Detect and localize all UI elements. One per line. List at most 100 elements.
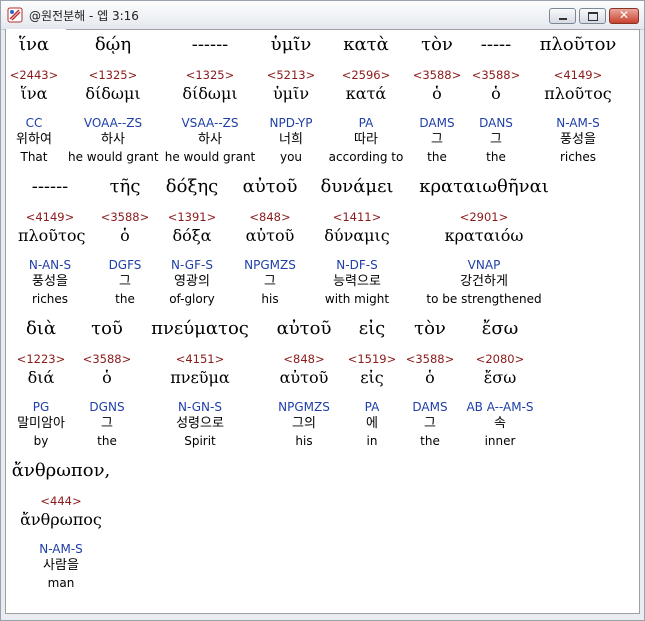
english-gloss: with might bbox=[324, 292, 390, 306]
lemma: δίδωμι bbox=[85, 84, 141, 103]
strong-number: <4149> bbox=[25, 210, 75, 224]
parsing-code: NPGMZS bbox=[244, 258, 296, 272]
english-gloss: That bbox=[20, 150, 48, 164]
korean-gloss: 강건하게 bbox=[460, 274, 508, 289]
minimize-button[interactable] bbox=[549, 8, 576, 24]
english-gloss: man bbox=[47, 576, 75, 590]
korean-gloss: 그 bbox=[264, 274, 276, 289]
greek-word: τοῦ bbox=[91, 318, 123, 339]
parsing-code: CC bbox=[25, 116, 43, 130]
lemma: διά bbox=[27, 368, 55, 387]
greek-word: ὑμῖν bbox=[270, 34, 312, 55]
english-gloss: Spirit bbox=[184, 434, 216, 448]
parsing-code: N-GN-S bbox=[178, 400, 222, 414]
lemma: ἄνθρωπος bbox=[20, 510, 102, 529]
greek-word: πνεύματος bbox=[151, 318, 249, 339]
korean-gloss: 그 bbox=[119, 274, 131, 289]
strong-number: <5213> bbox=[266, 68, 316, 82]
greek-word: αὐτοῦ bbox=[276, 318, 332, 339]
korean-gloss: 따라 bbox=[354, 132, 378, 147]
strong-number: <1325> bbox=[88, 68, 138, 82]
greek-word: κατὰ bbox=[343, 34, 389, 55]
korean-gloss: 에 bbox=[366, 416, 378, 431]
parsing-code: N-AM-S bbox=[39, 542, 83, 556]
korean-gloss: 능력으로 bbox=[333, 274, 381, 289]
parsing-code: DGFS bbox=[108, 258, 142, 272]
greek-word: ἵνα bbox=[18, 34, 50, 55]
strong-number: <3588> bbox=[82, 352, 132, 366]
english-gloss: he would grant bbox=[68, 150, 159, 164]
strong-number: <3588> bbox=[100, 210, 150, 224]
app-icon bbox=[7, 7, 23, 23]
korean-gloss: 성령으로 bbox=[176, 416, 224, 431]
greek-word: ἔσω bbox=[481, 318, 519, 339]
korean-gloss: 풍성을 bbox=[560, 132, 596, 147]
english-gloss: the bbox=[97, 434, 117, 448]
greek-word: δυνάμει bbox=[320, 176, 394, 197]
lemma: δίδωμι bbox=[182, 84, 238, 103]
english-gloss: his bbox=[295, 434, 313, 448]
english-gloss: his bbox=[261, 292, 279, 306]
lemma: ὁ bbox=[120, 226, 130, 245]
parsing-code: DAMS bbox=[419, 116, 455, 130]
parsing-code: DANS bbox=[479, 116, 513, 130]
english-gloss: inner bbox=[484, 434, 516, 448]
strong-number: <4149> bbox=[553, 68, 603, 82]
korean-gloss: 하사 bbox=[101, 132, 125, 147]
lemma: δόξα bbox=[172, 226, 212, 245]
korean-gloss: 영광의 bbox=[174, 274, 210, 289]
korean-gloss: 그 bbox=[490, 132, 502, 147]
strong-number: <1411> bbox=[332, 210, 382, 224]
parsing-code: PA bbox=[364, 400, 380, 414]
korean-gloss: 말미암아 bbox=[17, 416, 65, 431]
lemma: ἔσω bbox=[483, 368, 517, 387]
english-gloss: you bbox=[279, 150, 303, 164]
parsing-code: NPD-YP bbox=[269, 116, 313, 130]
english-gloss: the bbox=[115, 292, 135, 306]
parsing-code: NPGMZS bbox=[278, 400, 330, 414]
english-gloss: by bbox=[33, 434, 49, 448]
korean-gloss: 풍성을 bbox=[32, 274, 68, 289]
greek-word: δόξης bbox=[165, 176, 219, 197]
lemma: ὑμῖν bbox=[272, 84, 310, 103]
strong-number: <3588> bbox=[412, 68, 462, 82]
parsing-code: PG bbox=[32, 400, 50, 414]
parsing-code: N-AN-S bbox=[28, 258, 72, 272]
korean-gloss: 그 bbox=[101, 416, 113, 431]
lemma: ὁ bbox=[491, 84, 501, 103]
english-gloss: riches bbox=[31, 292, 69, 306]
strong-number: <2596> bbox=[341, 68, 391, 82]
strong-number: <1391> bbox=[167, 210, 217, 224]
strong-number: <2080> bbox=[475, 352, 525, 366]
korean-gloss: 속 bbox=[494, 416, 506, 431]
maximize-button[interactable] bbox=[579, 8, 606, 24]
close-button[interactable]: ✕ bbox=[609, 8, 639, 24]
greek-word: τῆς bbox=[109, 176, 141, 197]
strong-number: <3588> bbox=[405, 352, 455, 366]
parsing-code: DAMS bbox=[412, 400, 448, 414]
korean-gloss: 그의 bbox=[292, 416, 316, 431]
strong-number: <2443> bbox=[9, 68, 59, 82]
english-gloss: the bbox=[420, 434, 440, 448]
greek-word: τὸν bbox=[421, 34, 453, 55]
parsing-code: N-DF-S bbox=[336, 258, 378, 272]
lemma: πνεῦμα bbox=[170, 368, 230, 387]
parsing-code: DGNS bbox=[89, 400, 125, 414]
english-gloss: the bbox=[486, 150, 506, 164]
title-bar[interactable]: @원전분해 - 엡 3:16 ✕ bbox=[1, 1, 644, 30]
strong-number: <2901> bbox=[459, 210, 509, 224]
korean-gloss: 사람을 bbox=[43, 558, 79, 573]
parsing-code: AB A--AM-S bbox=[466, 400, 534, 414]
strong-number: <848> bbox=[249, 210, 291, 224]
lemma: ὁ bbox=[425, 368, 435, 387]
english-gloss: riches bbox=[559, 150, 597, 164]
english-gloss: he would grant bbox=[164, 150, 256, 164]
strong-number: <1325> bbox=[185, 68, 235, 82]
korean-gloss: 위하여 bbox=[16, 132, 52, 147]
strong-number: <1519> bbox=[347, 352, 397, 366]
greek-word: τὸν bbox=[414, 318, 446, 339]
english-gloss: to be strengthened bbox=[426, 292, 542, 306]
greek-word: διὰ bbox=[25, 318, 57, 339]
lemma: ὁ bbox=[432, 84, 442, 103]
english-gloss: of-glory bbox=[169, 292, 215, 306]
